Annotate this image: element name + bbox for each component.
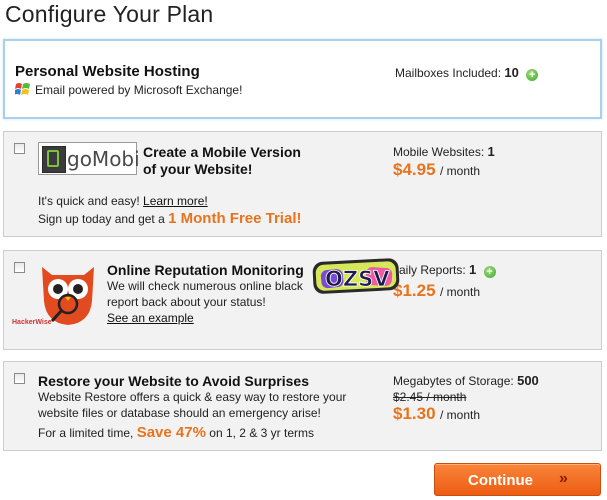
mailboxes-row: Mailboxes Included: 10 + xyxy=(395,65,539,81)
mailboxes-value: 10 xyxy=(504,65,519,80)
reputation-desc1: We will check numerous online black xyxy=(107,279,303,293)
restore-checkbox[interactable] xyxy=(14,373,25,384)
gomobi-logo-text: goMobi xyxy=(67,147,140,171)
reputation-per-month: / month xyxy=(440,285,481,299)
promo-suffix: on 1, 2 & 3 yr terms xyxy=(209,426,314,440)
email-note-row: Email powered by Microsoft Exchange! xyxy=(15,82,242,97)
mobile-websites-row: Mobile Websites: 1 xyxy=(393,144,495,159)
storage-label: Megabytes of Storage: xyxy=(393,374,514,388)
continue-label: Continue xyxy=(468,472,533,489)
restore-panel: Restore your Website to Avoid Surprises … xyxy=(3,361,602,451)
gomobi-heading-line2: of your Website! xyxy=(143,161,253,177)
mailboxes-label: Mailboxes Included: xyxy=(395,66,502,80)
gomobi-line1: It's quick and easy! Learn more! xyxy=(38,194,208,208)
promo-highlight: Save 47% xyxy=(136,424,206,441)
owl-caption: HackerWise xyxy=(12,319,52,326)
add-report-plus-icon[interactable]: + xyxy=(483,266,496,278)
sticker-text: OZSV xyxy=(325,267,390,291)
email-note: Email powered by Microsoft Exchange! xyxy=(35,83,243,97)
plan-name: Personal Website Hosting xyxy=(15,63,200,80)
reputation-desc2: report back about your status! xyxy=(107,295,266,309)
mobile-websites-value: 1 xyxy=(487,144,495,159)
daily-reports-row: aily Reports: 1 + xyxy=(399,262,496,278)
gomobi-intro: It's quick and easy! xyxy=(38,194,140,208)
daily-reports-label: aily Reports: xyxy=(399,263,466,277)
promo-prefix: For a limited time, xyxy=(38,426,134,440)
learn-more-link[interactable]: Learn more! xyxy=(143,194,208,208)
gomobi-panel: goMobi Create a Mobile Version of your W… xyxy=(3,131,602,237)
restore-price: $1.30 xyxy=(393,404,436,423)
reputation-price-row: $1.25 / month xyxy=(393,281,480,301)
gomobi-line2: Sign up today and get a 1 Month Free Tri… xyxy=(38,210,301,227)
see-example-link[interactable]: See an example xyxy=(107,311,194,325)
restore-desc1: Website Restore offers a quick & easy wa… xyxy=(38,390,347,404)
storage-row: Megabytes of Storage: 500 xyxy=(393,373,539,388)
mobile-websites-label: Mobile Websites: xyxy=(393,145,485,159)
continue-button[interactable]: Continue » xyxy=(434,463,601,496)
reputation-checkbox[interactable] xyxy=(14,262,25,273)
restore-per-month: / month xyxy=(440,408,481,422)
windows-flag-icon xyxy=(15,83,30,95)
gomobi-heading-line1: Create a Mobile Version xyxy=(143,144,301,160)
restore-heading: Restore your Website to Avoid Surprises xyxy=(38,373,309,389)
storage-value: 500 xyxy=(517,373,539,388)
gomobi-price-row: $4.95 / month xyxy=(393,160,480,180)
restore-promo: For a limited time, Save 47% on 1, 2 & 3… xyxy=(38,424,314,441)
graffiti-sticker: OZSV xyxy=(312,258,400,294)
double-chevron-right-icon: » xyxy=(559,470,568,487)
add-mailbox-plus-icon[interactable]: + xyxy=(526,69,539,81)
gomobi-logo: goMobi xyxy=(38,142,140,175)
restore-desc2: website files or database should an emer… xyxy=(38,406,321,420)
gomobi-checkbox[interactable] xyxy=(14,143,25,154)
gomobi-signup-text: Sign up today and get a xyxy=(38,212,165,226)
gomobi-price: $4.95 xyxy=(393,160,436,179)
plan-panel: Personal Website Hosting Email powered b… xyxy=(3,39,602,119)
reputation-panel: HackerWise Online Reputation Monitoring … xyxy=(3,250,602,350)
daily-reports-value: 1 xyxy=(469,262,477,277)
page-title: Configure Your Plan xyxy=(5,1,214,27)
restore-price-row: $1.30 / month xyxy=(393,404,480,424)
reputation-heading: Online Reputation Monitoring xyxy=(107,262,304,278)
free-trial-text: 1 Month Free Trial! xyxy=(168,210,302,227)
old-price: $2.45 / month xyxy=(393,390,467,404)
gomobi-per-month: / month xyxy=(440,164,481,178)
